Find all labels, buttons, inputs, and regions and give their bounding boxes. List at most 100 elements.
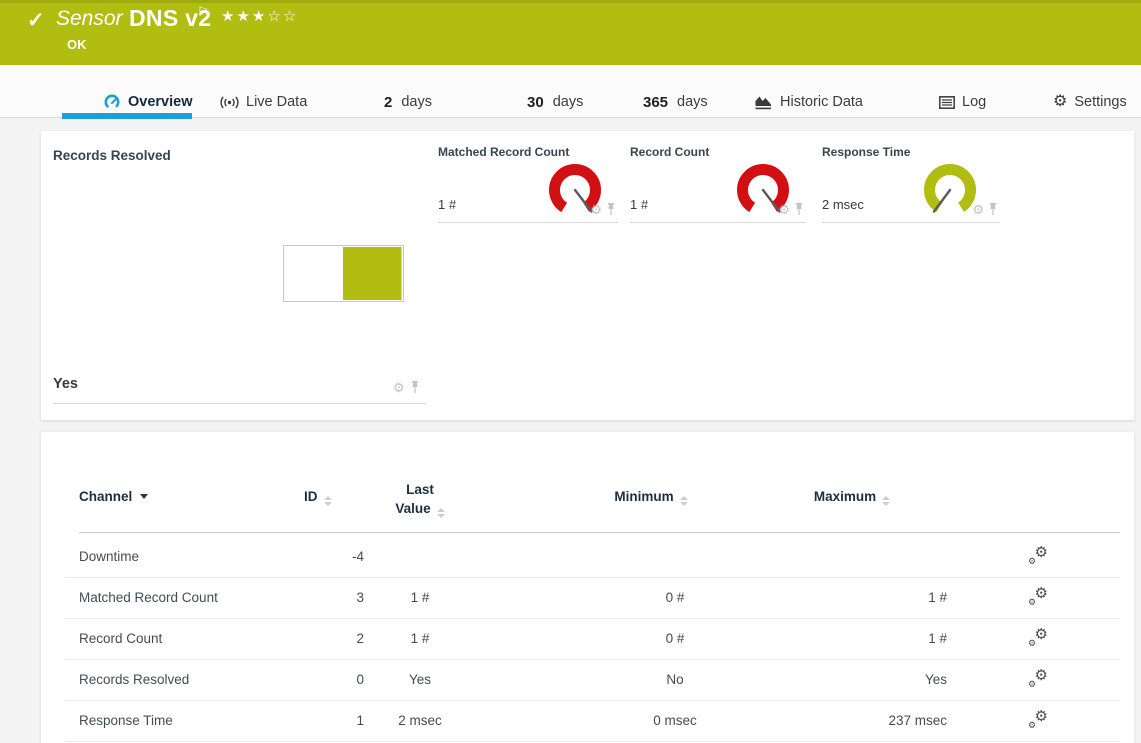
column-header-maximum[interactable]: Maximum — [782, 489, 922, 506]
flag-icon[interactable]: ⚐ — [197, 4, 209, 20]
column-header-channel[interactable]: Channel — [79, 489, 148, 504]
cell-maximum: 1 # — [797, 619, 947, 659]
channel-settings-gears-icon[interactable]: ⚙⚙ — [1028, 671, 1048, 689]
gauge-tools: ⚙ — [590, 203, 616, 216]
status-check-icon: ✓ — [27, 8, 45, 33]
gear-icon[interactable]: ⚙ — [778, 203, 790, 216]
column-header-id[interactable]: ID — [304, 489, 332, 506]
gauge-value: 1 # — [630, 197, 648, 212]
channel-settings-gears-icon[interactable]: ⚙⚙ — [1028, 548, 1048, 566]
gauge-title: Record Count — [630, 145, 709, 159]
column-header-last-value[interactable]: Last Value — [370, 480, 470, 518]
cell-maximum: 1 # — [797, 578, 947, 618]
gauge-panel-record-count: Record Count 1 # ⚙ — [630, 145, 806, 223]
pin-icon[interactable] — [988, 203, 998, 216]
gauge-value: 2 msec — [822, 197, 864, 212]
tab-2-days-label: days — [401, 94, 432, 110]
tab-live-data-label: Live Data — [246, 94, 307, 110]
cell-channel: Downtime — [79, 537, 139, 577]
tab-365-days[interactable]: 365 days — [643, 91, 708, 113]
panel-divider — [53, 403, 426, 404]
cell-last-value: 1 # — [370, 619, 470, 659]
column-header-id-label: ID — [304, 489, 318, 504]
tab-365-days-number: 365 — [643, 94, 668, 111]
log-icon — [939, 96, 955, 109]
table-header-divider — [79, 532, 1120, 533]
sensor-kind-label: Sensor — [56, 7, 123, 31]
cell-last-value: 2 msec — [370, 701, 470, 741]
tab-bar: Overview Live Data 2 days 30 days 365 da… — [0, 65, 1141, 118]
gauge-tools: ⚙ — [972, 203, 998, 216]
cell-channel: Records Resolved — [79, 660, 189, 700]
status-badge: OK — [67, 37, 87, 52]
cell-id: 3 — [284, 578, 364, 618]
sort-icon — [437, 508, 445, 518]
channel-settings-gears-icon[interactable]: ⚙⚙ — [1028, 589, 1048, 607]
broadcast-icon — [220, 95, 239, 110]
table-row-downtime: Downtime -4 ⚙⚙ — [65, 537, 1120, 578]
tab-live-data[interactable]: Live Data — [220, 91, 307, 113]
tab-settings-label: Settings — [1074, 94, 1126, 110]
column-header-value-label: Value — [395, 501, 430, 516]
column-header-channel-label: Channel — [79, 489, 132, 504]
tab-overview-label: Overview — [128, 94, 193, 110]
tab-30-days-label: days — [553, 94, 584, 110]
table-row-records-resolved: Records Resolved 0 Yes No Yes ⚙⚙ — [65, 660, 1120, 701]
tab-365-days-label: days — [677, 94, 708, 110]
gauge-title: Matched Record Count — [438, 145, 569, 159]
tab-30-days[interactable]: 30 days — [527, 91, 583, 113]
active-tab-indicator — [62, 113, 192, 119]
settings-gear-icon: ⚙ — [1053, 94, 1067, 110]
cell-id: 1 — [284, 701, 364, 741]
cell-minimum: 0 # — [600, 578, 750, 618]
cell-last-value: Yes — [370, 660, 470, 700]
gauge-title: Response Time — [822, 145, 910, 159]
column-header-maximum-label: Maximum — [814, 489, 876, 504]
pin-icon[interactable] — [410, 381, 420, 394]
cell-maximum: Yes — [797, 660, 947, 700]
column-header-minimum[interactable]: Minimum — [581, 489, 721, 506]
records-resolved-value: Yes — [53, 376, 78, 392]
cell-id: -4 — [284, 537, 364, 577]
tab-2-days-number: 2 — [384, 94, 392, 111]
cell-id: 2 — [284, 619, 364, 659]
sort-desc-icon — [140, 494, 148, 499]
cell-last-value: 1 # — [370, 578, 470, 618]
tab-log-label: Log — [962, 94, 986, 110]
pin-icon[interactable] — [794, 203, 804, 216]
gauge-panel-matched-record-count: Matched Record Count 1 # ⚙ — [438, 145, 618, 223]
tab-overview[interactable]: Overview — [103, 91, 193, 113]
area-chart-icon — [754, 95, 773, 110]
column-header-last-label: Last — [406, 482, 434, 497]
cell-maximum: 237 msec — [797, 701, 947, 741]
cell-minimum: No — [600, 660, 750, 700]
sort-icon — [324, 496, 332, 506]
records-resolved-indicator — [283, 245, 404, 302]
cell-minimum: 0 msec — [600, 701, 750, 741]
cell-channel: Matched Record Count — [79, 578, 218, 618]
table-row-record-count: Record Count 2 1 # 0 # 1 # ⚙⚙ — [65, 619, 1120, 660]
gear-icon[interactable]: ⚙ — [972, 203, 984, 216]
tab-settings[interactable]: ⚙ Settings — [1053, 91, 1127, 113]
column-header-minimum-label: Minimum — [614, 489, 673, 504]
overview-panels-card: Records Resolved Yes ⚙ Matched Record Co… — [41, 131, 1134, 420]
tab-30-days-number: 30 — [527, 94, 544, 111]
tab-2-days[interactable]: 2 days — [384, 91, 432, 113]
cell-channel: Response Time — [79, 701, 173, 741]
pin-icon[interactable] — [606, 203, 616, 216]
records-resolved-tools: ⚙ — [393, 381, 420, 394]
priority-stars[interactable]: ★★★☆☆ — [221, 7, 298, 25]
cell-id: 0 — [284, 660, 364, 700]
gear-icon[interactable]: ⚙ — [393, 381, 405, 394]
gauge-tools: ⚙ — [778, 203, 804, 216]
channel-settings-gears-icon[interactable]: ⚙⚙ — [1028, 712, 1048, 730]
channel-table-card: Channel ID Last Value Minimum Maximum Do… — [41, 432, 1134, 743]
channel-settings-gears-icon[interactable]: ⚙⚙ — [1028, 630, 1048, 648]
stars-filled: ★★★ — [221, 8, 267, 25]
tab-historic-data[interactable]: Historic Data — [754, 91, 863, 113]
gauge-value: 1 # — [438, 197, 456, 212]
tab-log[interactable]: Log — [939, 91, 986, 113]
gauge-icon — [103, 93, 121, 111]
gear-icon[interactable]: ⚙ — [590, 203, 602, 216]
table-row-matched-record-count: Matched Record Count 3 1 # 0 # 1 # ⚙⚙ — [65, 578, 1120, 619]
